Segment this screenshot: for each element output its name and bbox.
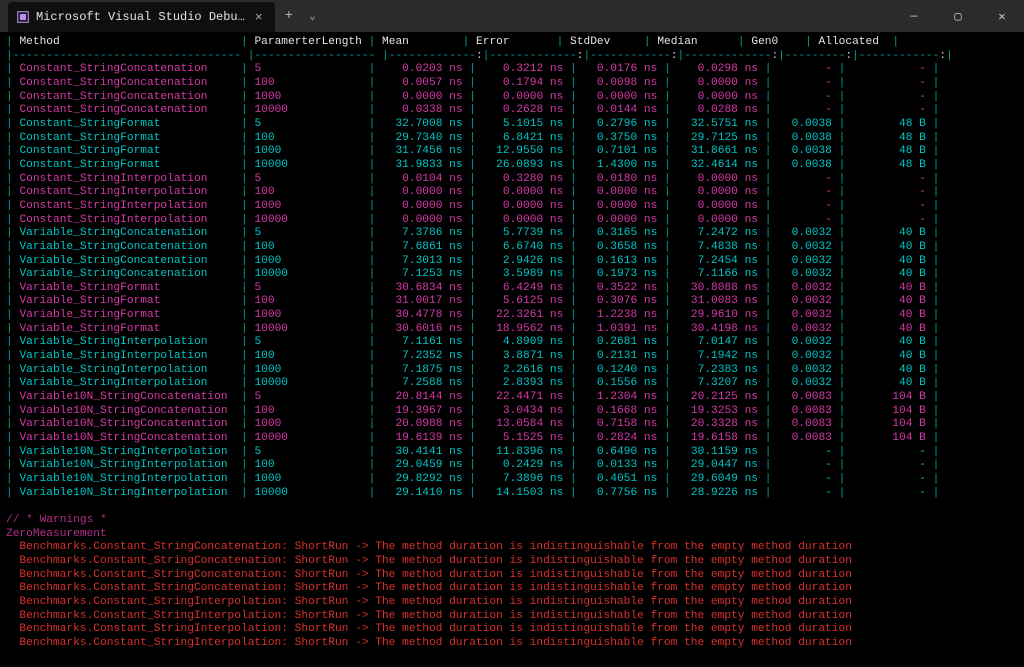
tab-debug-console[interactable]: Microsoft Visual Studio Debu… × [8,2,275,32]
titlebar: Microsoft Visual Studio Debu… × + ⌄ — ▢ … [0,0,1024,32]
tab-close-icon[interactable]: × [251,10,267,25]
vs-icon [16,10,30,24]
close-button[interactable]: ✕ [980,0,1024,32]
tab-title: Microsoft Visual Studio Debu… [36,10,245,24]
tab-dropdown-icon[interactable]: ⌄ [303,9,322,23]
maximize-button[interactable]: ▢ [936,0,980,32]
console-output[interactable]: | Method | ParamerterLength | Mean | Err… [0,32,1024,667]
window-controls: — ▢ ✕ [892,0,1024,32]
minimize-button[interactable]: — [892,0,936,32]
new-tab-button[interactable]: + [275,8,303,24]
